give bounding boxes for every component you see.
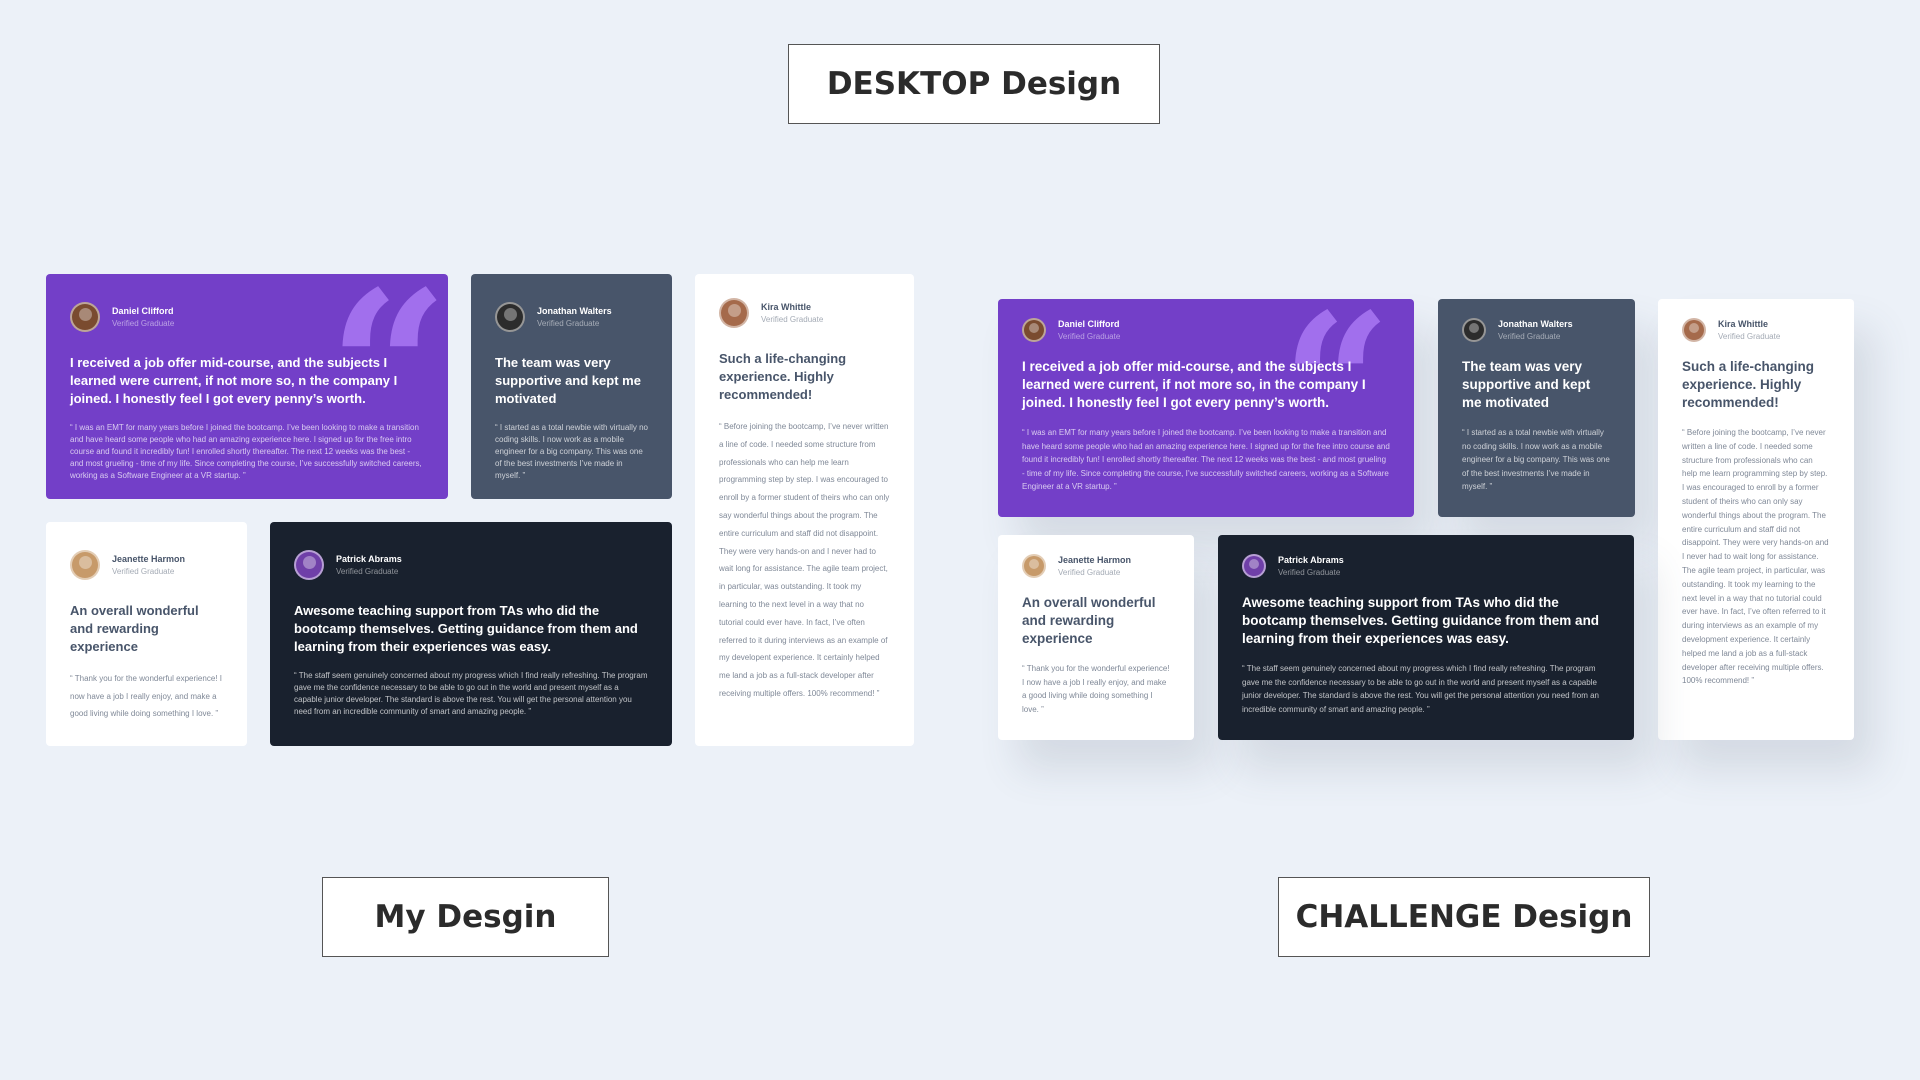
verified-label: Verified Graduate <box>761 315 824 324</box>
testimonial-headline: Such a life-changing experience. Highly … <box>1682 359 1815 410</box>
my-design-label: My Desgin <box>322 877 609 957</box>
testimonial-card-jeanette: Jeanette Harmon Verified Graduate An ove… <box>46 522 247 746</box>
verified-label: Verified Graduate <box>112 319 175 328</box>
avatar <box>719 298 749 328</box>
avatar <box>1682 318 1706 342</box>
reviewer-name: Patrick Abrams <box>1278 555 1344 565</box>
testimonial-body: “ I started as a total newbie with virtu… <box>1462 428 1610 491</box>
testimonial-card-jonathan: Jonathan Walters Verified Graduate The t… <box>471 274 672 499</box>
reviewer-name: Jeanette Harmon <box>112 554 186 564</box>
reviewer-name: Daniel Clifford <box>1058 319 1120 329</box>
avatar <box>1022 554 1046 578</box>
testimonial-headline: Such a life-changing experience. Highly … <box>719 351 847 402</box>
avatar <box>70 302 100 332</box>
reviewer-name: Daniel Clifford <box>112 306 174 316</box>
avatar <box>1022 318 1046 342</box>
testimonial-headline: Awesome teaching support from TAs who di… <box>294 603 638 654</box>
testimonial-headline: The team was very supportive and kept me… <box>495 355 641 406</box>
testimonial-headline: I received a job offer mid-course, and t… <box>1022 359 1366 410</box>
reviewer-name: Patrick Abrams <box>336 554 402 564</box>
avatar <box>294 550 324 580</box>
testimonial-headline: I received a job offer mid-course, and t… <box>70 355 398 406</box>
verified-label: Verified Graduate <box>1718 332 1781 341</box>
testimonial-headline: Awesome teaching support from TAs who di… <box>1242 595 1600 646</box>
testimonial-body: “ The staff seem genuinely concerned abo… <box>1242 664 1599 714</box>
testimonial-body: “ Before joining the bootcamp, I’ve neve… <box>719 422 890 698</box>
reviewer-name: Jonathan Walters <box>537 306 612 316</box>
testimonial-card-kira: Kira Whittle Verified Graduate Such a li… <box>695 274 914 746</box>
verified-label: Verified Graduate <box>336 567 399 576</box>
verified-label: Verified Graduate <box>112 567 175 576</box>
verified-label: Verified Graduate <box>1058 332 1121 341</box>
testimonial-body: “ Thank you for the wonderful experience… <box>70 674 222 719</box>
testimonial-card-kira: Kira Whittle Verified Graduate Such a li… <box>1658 299 1854 740</box>
verified-label: Verified Graduate <box>537 319 600 328</box>
reviewer-name: Kira Whittle <box>1718 319 1769 329</box>
verified-label: Verified Graduate <box>1058 568 1121 577</box>
testimonial-card-jeanette: Jeanette Harmon Verified Graduate An ove… <box>998 535 1194 740</box>
testimonial-headline: An overall wonderful and rewarding exper… <box>70 603 199 654</box>
testimonial-body: “ I was an EMT for many years before I j… <box>70 423 422 480</box>
testimonial-body: “ I was an EMT for many years before I j… <box>1022 428 1390 491</box>
testimonial-body: “ Before joining the bootcamp, I’ve neve… <box>1682 428 1829 686</box>
testimonial-headline: An overall wonderful and rewarding exper… <box>1022 595 1156 646</box>
avatar <box>495 302 525 332</box>
reviewer-name: Kira Whittle <box>761 302 812 312</box>
testimonial-headline: The team was very supportive and kept me… <box>1462 359 1591 410</box>
avatar <box>1242 554 1266 578</box>
verified-label: Verified Graduate <box>1278 568 1341 577</box>
testimonial-card-patrick: Patrick Abrams Verified Graduate Awesome… <box>270 522 672 746</box>
reviewer-name: Jonathan Walters <box>1498 319 1573 329</box>
reviewer-name: Jeanette Harmon <box>1058 555 1132 565</box>
testimonial-card-patrick: Patrick Abrams Verified Graduate Awesome… <box>1218 535 1634 740</box>
testimonial-body: “ Thank you for the wonderful experience… <box>1022 664 1170 714</box>
testimonial-card-jonathan: Jonathan Walters Verified Graduate The t… <box>1438 299 1635 517</box>
desktop-design-label: DESKTOP Design <box>788 44 1160 124</box>
testimonial-card-daniel: “ Daniel Clifford Verified Graduate I re… <box>46 274 448 499</box>
avatar <box>1462 318 1486 342</box>
testimonial-card-daniel: “ Daniel Clifford Verified Graduate I re… <box>998 299 1414 517</box>
testimonial-body: “ I started as a total newbie with virtu… <box>495 423 648 480</box>
verified-label: Verified Graduate <box>1498 332 1561 341</box>
testimonial-body: “ The staff seem genuinely concerned abo… <box>294 671 648 716</box>
avatar <box>70 550 100 580</box>
challenge-design-label: CHALLENGE Design <box>1278 877 1650 957</box>
